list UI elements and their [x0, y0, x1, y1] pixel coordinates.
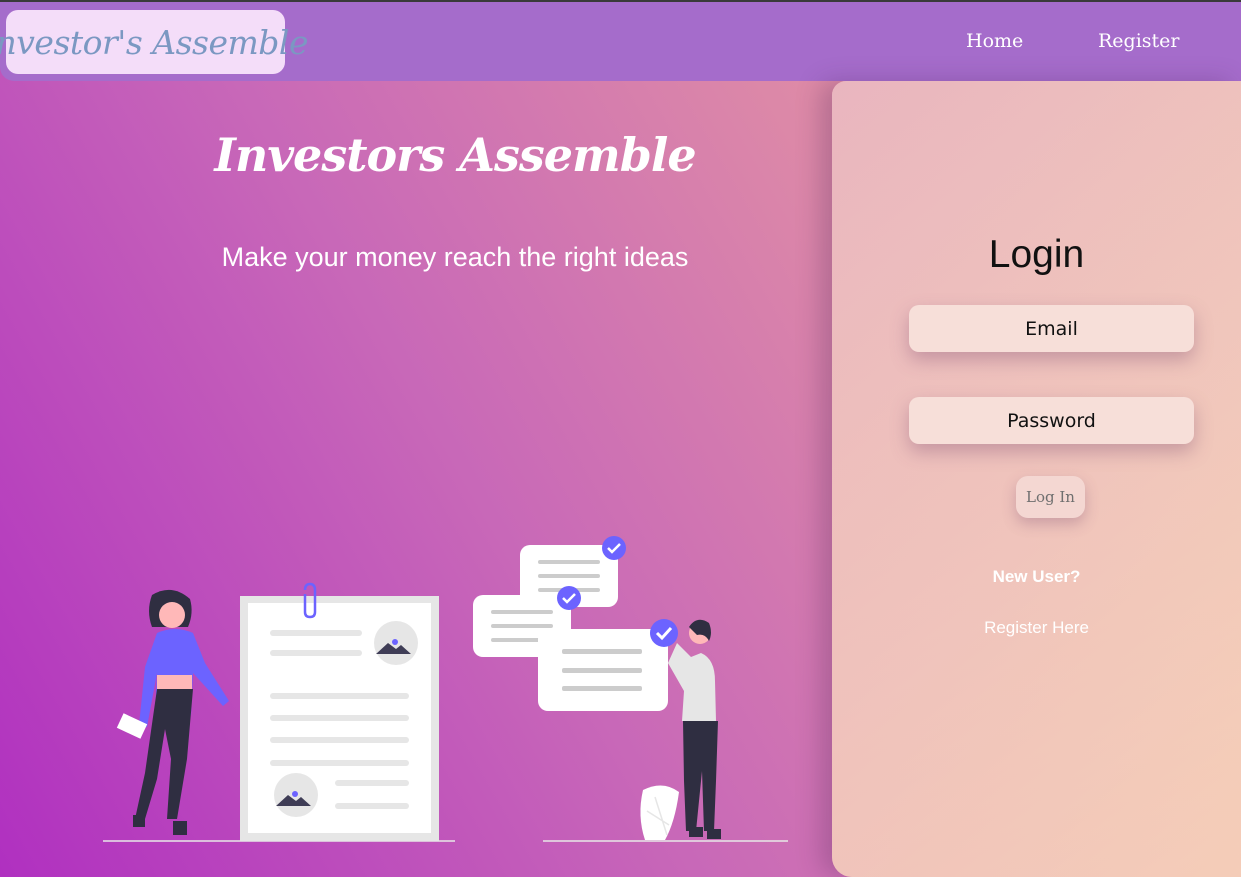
- brand-name: Investor's Assemble: [0, 22, 309, 62]
- brand-logo[interactable]: Investor's Assemble: [0, 10, 309, 74]
- nav-register-link[interactable]: Register: [1098, 30, 1180, 52]
- register-here-link[interactable]: Register Here: [832, 618, 1241, 638]
- navbar: Investor's Assemble Home Register: [0, 2, 1241, 81]
- nav-home-link[interactable]: Home: [966, 30, 1023, 52]
- login-button[interactable]: Log In: [1016, 476, 1085, 518]
- password-field[interactable]: [909, 397, 1194, 444]
- login-title: Login: [988, 233, 1085, 276]
- hero-title: Investors Assemble: [214, 128, 696, 182]
- hero-illustration: [103, 536, 788, 842]
- hero-subtitle: Make your money reach the right ideas: [221, 242, 689, 272]
- email-field[interactable]: [909, 305, 1194, 352]
- login-panel: Login Log In New User? Register Here: [832, 81, 1241, 877]
- new-user-label: New User?: [992, 567, 1081, 586]
